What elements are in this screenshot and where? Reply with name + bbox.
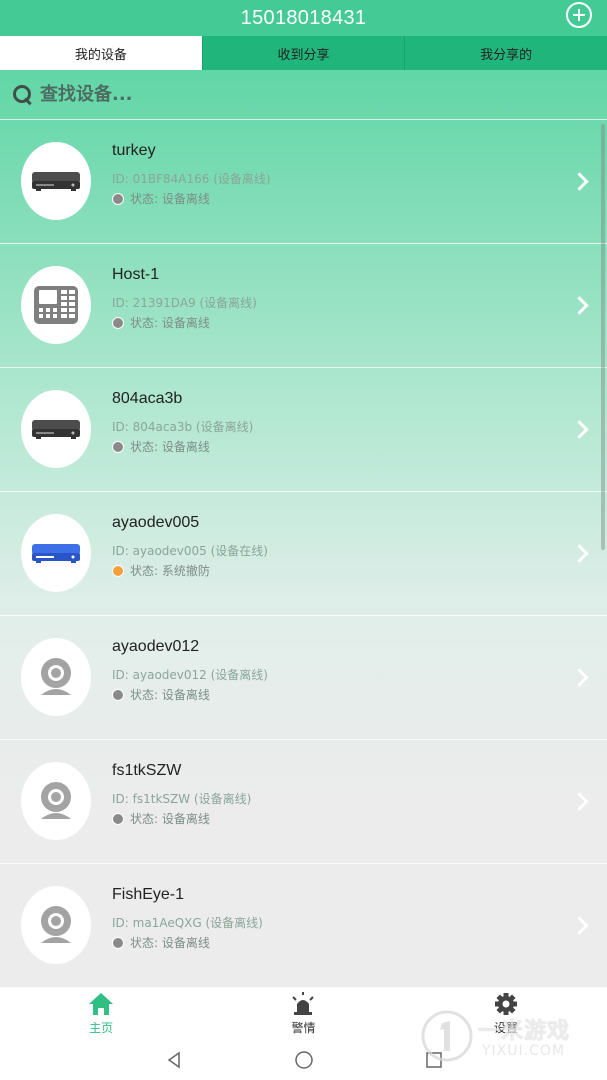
device-list-item[interactable]: 804aca3b ID: 804aca3b (设备离线) 状态: 设备离线: [0, 368, 607, 492]
watermark-text-cn: 一米游戏: [478, 1019, 571, 1044]
watermark-logo: 一米游戏 YIXUI.COM: [420, 1005, 600, 1065]
device-avatar: [21, 514, 91, 592]
device-list-item[interactable]: ayaodev005 ID: ayaodev005 (设备在线) 状态: 系统撤…: [0, 492, 607, 616]
webcam-icon: [41, 906, 71, 943]
device-status: 状态: 设备离线: [112, 686, 210, 703]
search-input[interactable]: [40, 84, 540, 105]
device-name: ayaodev005: [112, 514, 200, 531]
tab-bar: 我的设备 收到分享 我分享的: [0, 36, 607, 70]
device-list-item[interactable]: turkey ID: 01BF84A166 (设备离线) 状态: 设备离线: [0, 120, 607, 244]
alarm-siren-icon: [292, 992, 315, 1015]
device-list-item[interactable]: Host-1 ID: 21391DA9 (设备离线) 状态: 设备离线: [0, 244, 607, 368]
account-title: 15018018431: [240, 6, 367, 29]
status-text: 状态: 设备离线: [130, 316, 210, 330]
device-status: 状态: 系统撤防: [112, 562, 210, 579]
device-name: 804aca3b: [112, 390, 183, 407]
status-dot: [112, 192, 124, 205]
top-bar: 15018018431: [0, 0, 607, 36]
device-id: ID: ayaodev012 (设备离线): [112, 668, 268, 682]
keypad-host-icon: [34, 286, 78, 324]
status-dot: [112, 812, 124, 825]
device-status: 状态: 设备离线: [112, 438, 210, 455]
device-status: 状态: 设备离线: [112, 314, 210, 331]
nav-label: 警情: [291, 1021, 316, 1035]
device-list-item[interactable]: FishEye-1 ID: ma1AeQXG (设备离线) 状态: 设备离线: [0, 864, 607, 988]
chevron-right-icon[interactable]: [573, 544, 587, 564]
webcam-icon: [41, 658, 71, 695]
device-name: Host-1: [112, 266, 160, 283]
list-scrollbar[interactable]: [601, 124, 605, 550]
chevron-right-icon[interactable]: [573, 172, 587, 192]
nav-alarms[interactable]: 警情: [202, 988, 404, 1040]
tab-received-shares[interactable]: 收到分享: [201, 36, 405, 70]
device-id: ID: fs1tkSZW (设备离线): [112, 792, 252, 806]
status-dot: [112, 316, 124, 329]
app-root: 15018018431 我的设备 收到分享 我分享的 turkey ID: 01…: [0, 0, 607, 1080]
device-id: ID: ma1AeQXG (设备离线): [112, 916, 263, 930]
chevron-right-icon[interactable]: [573, 420, 587, 440]
home-icon: [89, 993, 114, 1015]
watermark-text-en: YIXUI.COM: [482, 1043, 565, 1059]
status-dot: [112, 440, 124, 453]
status-text: 状态: 设备离线: [130, 192, 210, 206]
device-list: turkey ID: 01BF84A166 (设备离线) 状态: 设备离线 Ho…: [0, 120, 607, 988]
status-text: 状态: 设备离线: [130, 440, 210, 454]
status-text: 状态: 系统撤防: [130, 564, 210, 578]
device-name: FishEye-1: [112, 886, 185, 903]
status-dot: [112, 936, 124, 949]
nav-home[interactable]: 主页: [0, 988, 202, 1040]
device-status: 状态: 设备离线: [112, 190, 210, 207]
webcam-icon: [41, 782, 71, 819]
device-avatar: [21, 762, 91, 840]
device-status: 状态: 设备离线: [112, 934, 210, 951]
dvr-blue-icon: [32, 544, 80, 563]
device-list-item[interactable]: fs1tkSZW ID: fs1tkSZW (设备离线) 状态: 设备离线: [0, 740, 607, 864]
device-id: ID: 01BF84A166 (设备离线): [112, 172, 271, 186]
status-text: 状态: 设备离线: [130, 812, 210, 826]
device-avatar: [21, 142, 91, 220]
chevron-right-icon[interactable]: [573, 916, 587, 936]
status-dot: [112, 564, 124, 577]
device-avatar: [21, 638, 91, 716]
nav-label: 主页: [89, 1021, 114, 1035]
device-avatar: [21, 886, 91, 964]
device-list-item[interactable]: ayaodev012 ID: ayaodev012 (设备离线) 状态: 设备离…: [0, 616, 607, 740]
add-device-button[interactable]: [566, 2, 592, 28]
device-name: turkey: [112, 142, 156, 159]
chevron-right-icon[interactable]: [573, 668, 587, 688]
tab-my-shares[interactable]: 我分享的: [404, 36, 607, 70]
device-name: ayaodev012: [112, 638, 200, 655]
dvr-gray-icon: [32, 420, 80, 439]
device-status: 状态: 设备离线: [112, 810, 210, 827]
device-name: fs1tkSZW: [112, 762, 182, 779]
watermark-emblem-icon: [421, 1010, 473, 1062]
device-avatar: [21, 390, 91, 468]
tab-my-devices[interactable]: 我的设备: [0, 36, 202, 70]
home-circle-icon[interactable]: [292, 1048, 316, 1072]
status-text: 状态: 设备离线: [130, 688, 210, 702]
chevron-right-icon[interactable]: [573, 792, 587, 812]
status-text: 状态: 设备离线: [130, 936, 210, 950]
device-id: ID: ayaodev005 (设备在线): [112, 544, 268, 558]
back-icon[interactable]: [162, 1048, 186, 1072]
status-dot: [112, 688, 124, 701]
search-bar: [0, 70, 607, 120]
device-id: ID: 804aca3b (设备离线): [112, 420, 254, 434]
device-avatar: [21, 266, 91, 344]
search-icon[interactable]: [12, 84, 34, 106]
device-id: ID: 21391DA9 (设备离线): [112, 296, 257, 310]
dvr-gray-icon: [32, 172, 80, 191]
chevron-right-icon[interactable]: [573, 296, 587, 316]
